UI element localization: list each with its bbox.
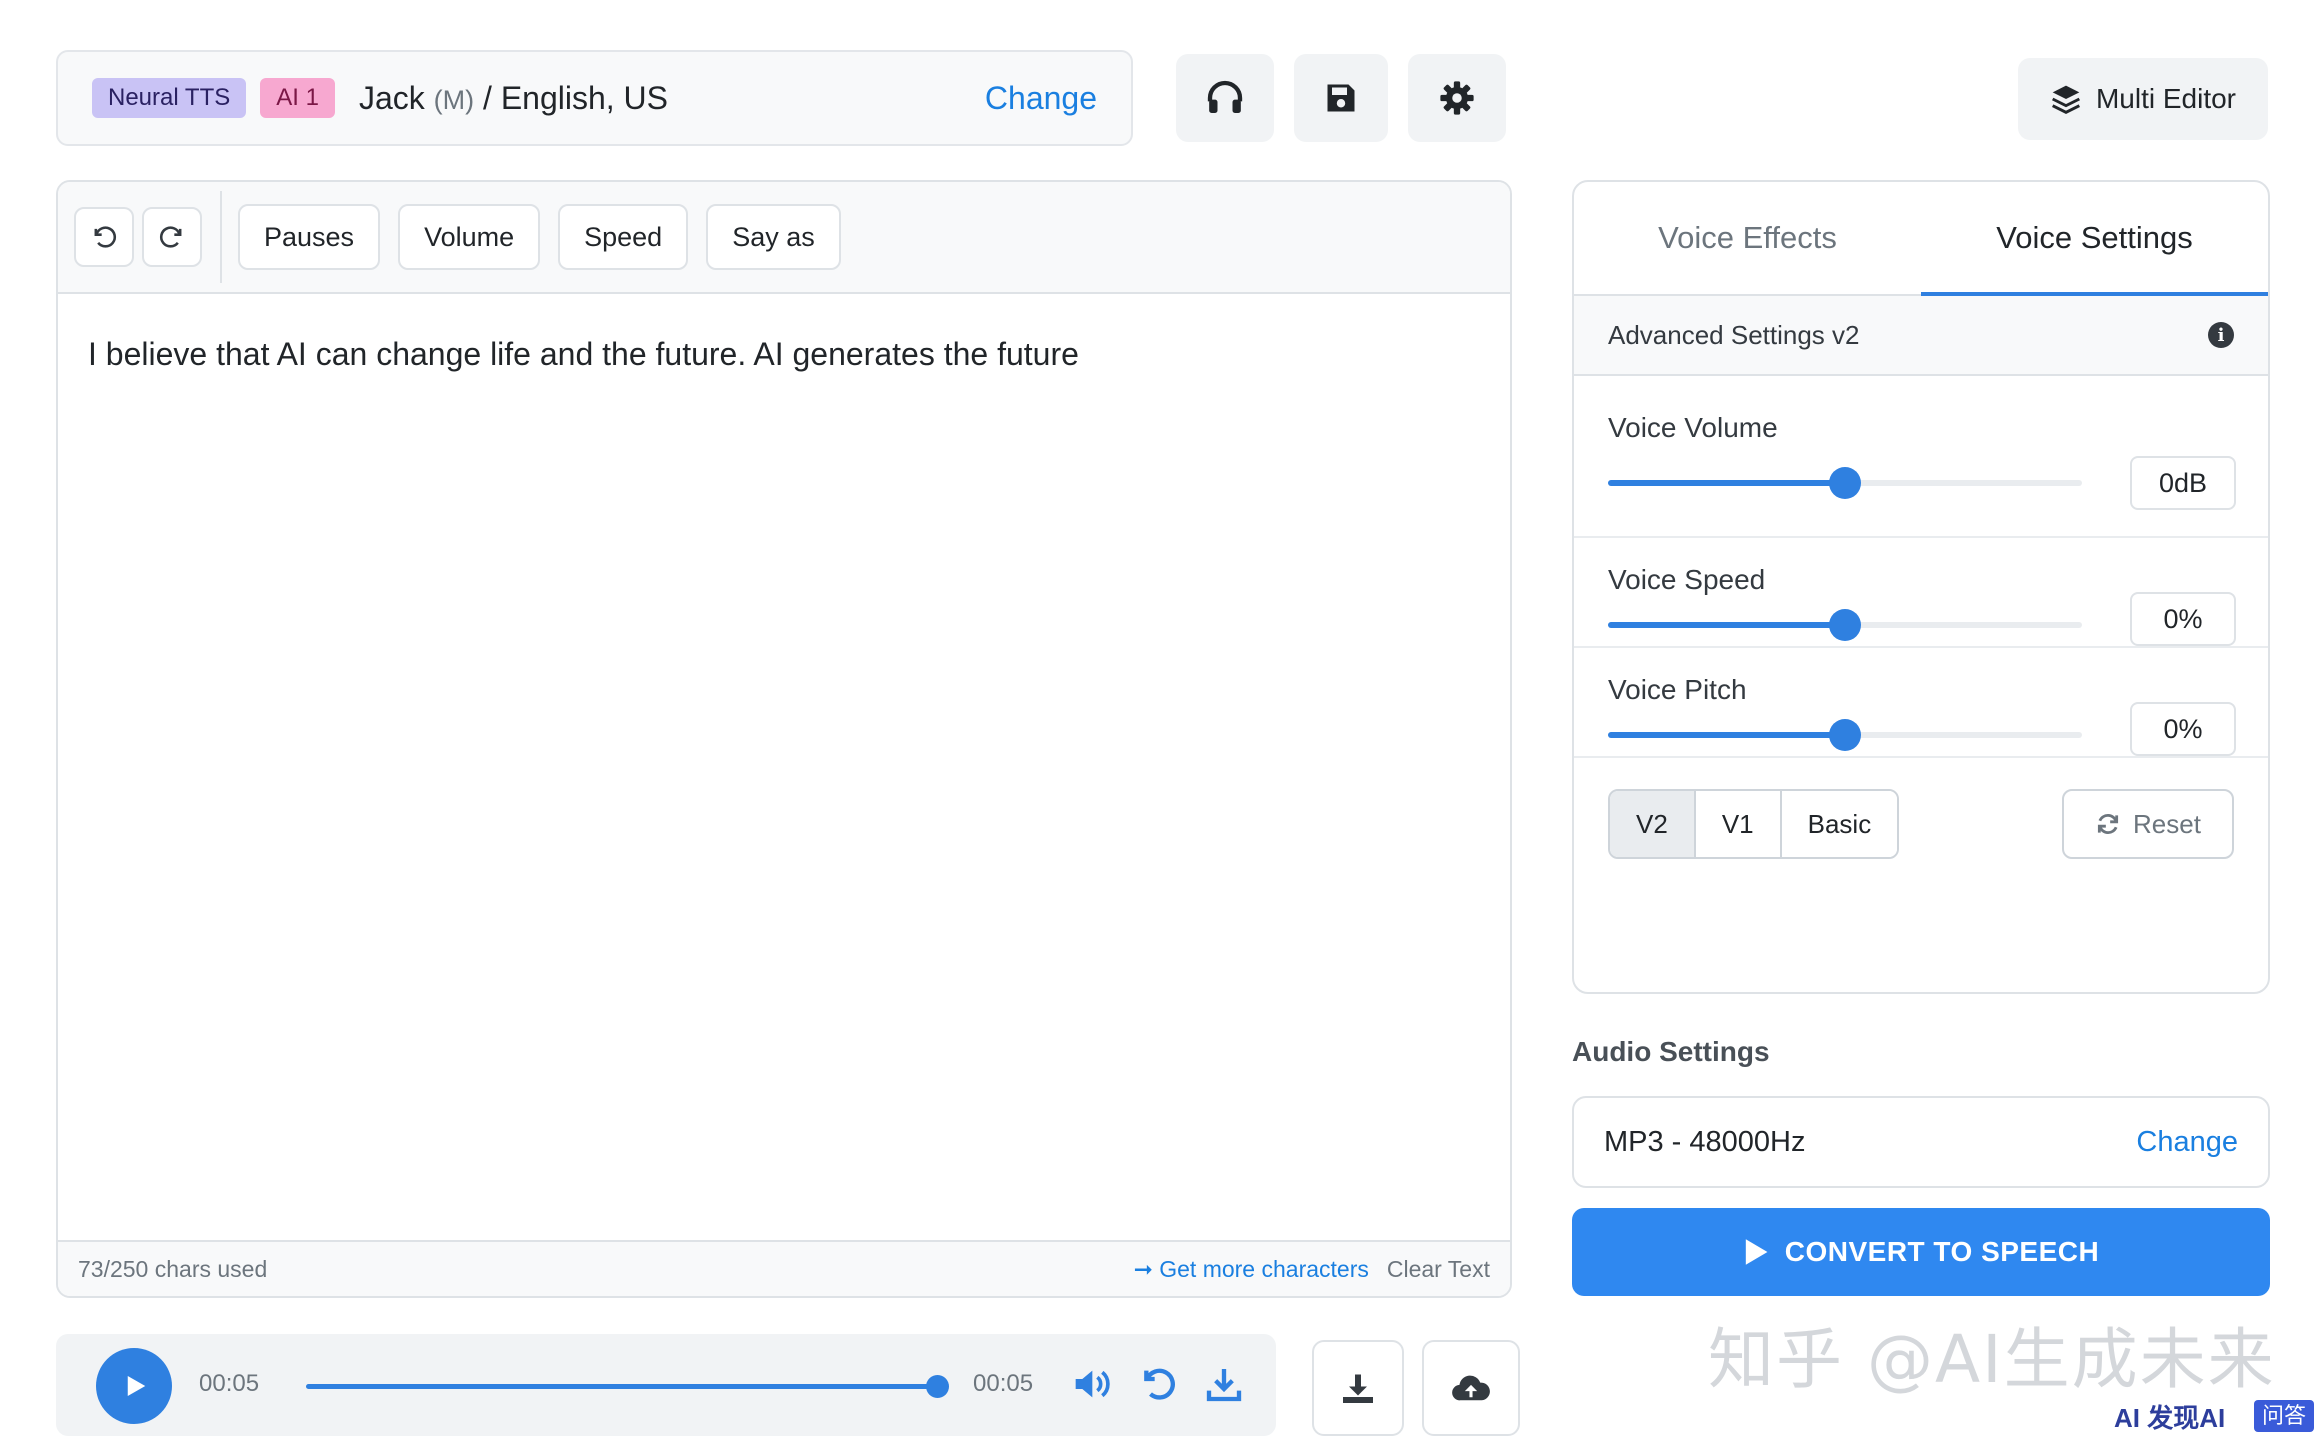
voice-speed-slider[interactable] (1608, 609, 2082, 641)
editor-toolbar: Pauses Volume Speed Say as (58, 182, 1510, 294)
voice-gender: (M) (433, 84, 475, 115)
save-button[interactable] (1294, 54, 1388, 142)
clear-text-button[interactable]: Clear Text (1387, 1256, 1490, 1283)
download-button[interactable] (1312, 1340, 1404, 1436)
audio-format: MP3 - 48000Hz (1604, 1125, 1806, 1158)
settings-panel: Voice Effects Voice Settings Advanced Se… (1572, 180, 2270, 994)
voice-volume-knob[interactable] (1829, 467, 1861, 499)
voice-volume-label: Voice Volume (1608, 412, 1778, 443)
say-as-button[interactable]: Say as (706, 204, 841, 270)
editor-textarea[interactable]: I believe that AI can change life and th… (58, 294, 1510, 415)
voice-volume-slider[interactable] (1608, 467, 2082, 499)
version-row: V2 V1 Basic Reset (1574, 758, 2268, 890)
duration-time: 00:05 (973, 1370, 1034, 1397)
get-more-characters-link[interactable]: ➞ Get more characters (1134, 1256, 1369, 1283)
version-v2-button[interactable]: V2 (1610, 791, 1696, 857)
headphones-icon (1207, 80, 1243, 113)
voice-pitch-value[interactable]: 0% (2130, 702, 2236, 756)
voice-pitch-knob[interactable] (1829, 719, 1861, 751)
voice-volume-value[interactable]: 0dB (2130, 456, 2236, 510)
convert-label: CONVERT TO SPEECH (1784, 1236, 2100, 1267)
reset-label: Reset (2133, 808, 2201, 839)
undo-button[interactable] (74, 207, 134, 267)
voice-name: Jack (M) / English, US (359, 80, 668, 117)
voice-pitch-slider[interactable] (1608, 719, 2082, 751)
voice-volume-fill (1608, 480, 1845, 486)
voice-speed-knob[interactable] (1829, 609, 1861, 641)
multi-editor-label: Multi Editor (2095, 83, 2237, 114)
version-basic-button[interactable]: Basic (1781, 791, 1898, 857)
watermark-badge: 问答 (2254, 1400, 2315, 1432)
refresh-icon (2097, 813, 2119, 835)
undo-icon (94, 226, 117, 248)
voice-pitch-fill (1608, 732, 1845, 738)
download-tray-icon (1343, 1374, 1373, 1403)
volume-button[interactable]: Volume (398, 204, 541, 270)
redo-button[interactable] (142, 207, 202, 267)
gear-icon (1440, 81, 1474, 115)
layers-icon (2051, 85, 2080, 114)
progress-bar[interactable] (306, 1384, 934, 1389)
settings-tabs: Voice Effects Voice Settings (1574, 182, 2268, 296)
text-editor: Pauses Volume Speed Say as I believe tha… (56, 180, 1512, 1298)
watermark-text: 知乎 @AI生成未来 (1708, 1321, 2276, 1398)
chars-used: 73/250 chars used (78, 1255, 268, 1282)
play-icon (1745, 1239, 1768, 1265)
watermark-logo: AI 发现AI (2114, 1403, 2226, 1433)
advanced-settings-title: Advanced Settings v2 (1608, 319, 1860, 350)
editor-footer: 73/250 chars used ➞ Get more characters … (58, 1240, 1510, 1296)
volume-icon[interactable] (1072, 1364, 1116, 1404)
version-selector: V2 V1 Basic (1608, 789, 1900, 859)
change-voice-link[interactable]: Change (985, 80, 1097, 117)
voice-pitch-row: Voice Pitch 0% (1574, 648, 2268, 758)
reset-button[interactable]: Reset (2062, 789, 2234, 859)
replay-icon[interactable] (1138, 1364, 1178, 1404)
advanced-settings-header: Advanced Settings v2 i (1574, 296, 2268, 376)
redo-icon (159, 226, 182, 248)
voice-name-text: Jack (358, 79, 425, 116)
cloud-upload-icon (1452, 1375, 1490, 1401)
voice-speed-fill (1608, 622, 1845, 628)
convert-to-speech-button[interactable]: CONVERT TO SPEECH (1572, 1208, 2270, 1296)
multi-editor-button[interactable]: Multi Editor (2018, 58, 2268, 140)
play-button[interactable] (96, 1348, 172, 1424)
voice-speed-value[interactable]: 0% (2130, 592, 2236, 646)
cloud-upload-button[interactable] (1422, 1340, 1520, 1436)
speed-button[interactable]: Speed (558, 204, 689, 270)
tab-voice-effects[interactable]: Voice Effects (1574, 182, 1921, 294)
save-icon (1327, 84, 1355, 112)
neural-tts-badge: Neural TTS (92, 78, 247, 118)
settings-button[interactable] (1408, 54, 1506, 142)
arrow-right-icon: ➞ (1133, 1255, 1153, 1282)
tab-voice-settings[interactable]: Voice Settings (1921, 182, 2268, 296)
ai-badge: AI 1 (260, 78, 335, 118)
pauses-button[interactable]: Pauses (238, 204, 381, 270)
audio-format-box: MP3 - 48000Hz Change (1572, 1096, 2270, 1188)
voice-locale: / English, US (483, 79, 668, 116)
current-time: 00:05 (199, 1370, 260, 1397)
voice-speed-row: Voice Speed 0% (1574, 538, 2268, 648)
download-icon[interactable] (1204, 1364, 1244, 1404)
voice-selector: Neural TTS AI 1 Jack (M) / English, US C… (56, 50, 1133, 146)
get-more-label: Get more characters (1159, 1255, 1369, 1282)
audio-settings-title: Audio Settings (1572, 1036, 1770, 1067)
audio-player: 00:05 00:05 (56, 1334, 1276, 1436)
change-audio-link[interactable]: Change (2136, 1126, 2238, 1159)
toolbar-divider (220, 191, 222, 283)
play-icon (127, 1376, 146, 1396)
version-v1-button[interactable]: V1 (1695, 791, 1782, 857)
progress-knob[interactable] (926, 1375, 949, 1398)
listen-button[interactable] (1176, 54, 1274, 142)
voice-volume-row: Voice Volume 0dB (1574, 376, 2268, 538)
info-icon[interactable]: i (2208, 322, 2234, 348)
